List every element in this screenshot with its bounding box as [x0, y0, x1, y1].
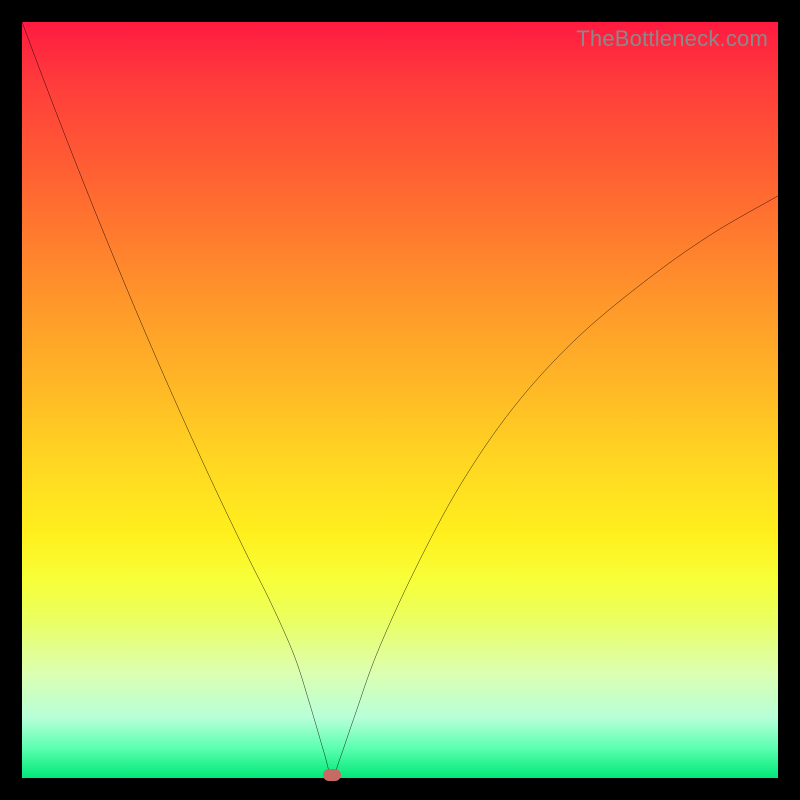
bottleneck-curve [22, 22, 778, 778]
chart-frame: TheBottleneck.com [0, 0, 800, 800]
minimum-marker [323, 769, 341, 781]
plot-area: TheBottleneck.com [22, 22, 778, 778]
